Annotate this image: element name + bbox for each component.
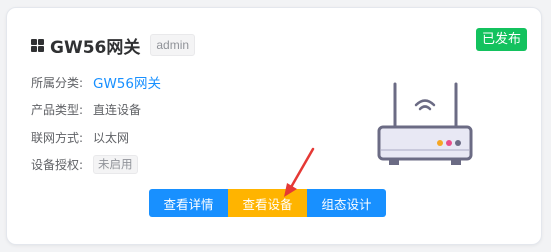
view-details-button[interactable]: 查看详情: [149, 189, 228, 217]
red-arrow-icon: [284, 147, 315, 197]
card-header: GW56网关 admin: [31, 33, 196, 58]
admin-tag: admin: [150, 34, 196, 56]
action-button-group: 查看详情 查看设备 组态设计: [149, 189, 386, 217]
grid-icon: [31, 38, 44, 52]
status-badge: 已发布: [475, 28, 527, 51]
info-row-category: 所属分类: GW56网关: [31, 72, 161, 93]
authorization-tag: 未启用: [93, 155, 138, 174]
info-label: 所属分类:: [31, 75, 84, 90]
info-label: 联网方式:: [31, 131, 84, 145]
router-icon: [377, 82, 473, 165]
info-label: 产品类型:: [31, 103, 84, 117]
info-row-authorization: 设备授权: 未启用: [31, 155, 138, 174]
info-row-product-type: 产品类型: 直连设备: [31, 101, 141, 118]
info-label: 设备授权:: [31, 158, 84, 172]
network-value: 以太网: [93, 131, 130, 145]
info-row-network: 联网方式: 以太网: [31, 129, 129, 146]
product-type-value: 直连设备: [93, 103, 142, 117]
category-link[interactable]: GW56网关: [93, 72, 161, 92]
product-name: GW56网关: [50, 37, 141, 58]
